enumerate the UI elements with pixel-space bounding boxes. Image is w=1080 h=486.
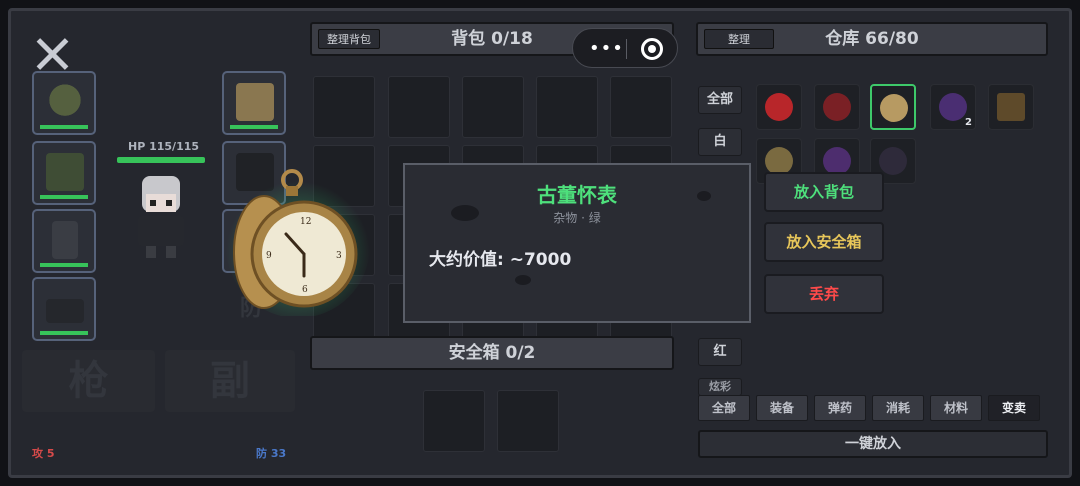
backpack-slot[interactable]: [313, 76, 375, 138]
stack-count: 2: [965, 117, 972, 128]
put-in-safe-button[interactable]: 放入安全箱: [764, 222, 884, 262]
backpack-slot[interactable]: [462, 76, 524, 138]
durability-bar: [40, 195, 88, 199]
durability-bar: [40, 263, 88, 267]
boots-icon: [46, 299, 84, 323]
warehouse-item[interactable]: [814, 84, 860, 130]
vest-icon: [46, 153, 84, 191]
pocket-watch-icon: [880, 94, 908, 122]
item-name: 古董怀表: [537, 183, 617, 207]
durability-bar: [230, 125, 278, 129]
svg-text:12: 12: [300, 217, 311, 227]
category-filter-equipment[interactable]: 装备: [756, 395, 808, 421]
safe-box-slot[interactable]: [497, 390, 559, 452]
safe-box-header: 安全箱 0/2: [310, 336, 674, 370]
more-icon[interactable]: •••: [589, 38, 624, 59]
quality-filter-white[interactable]: 白: [698, 128, 742, 156]
backpack-slot[interactable]: [610, 76, 672, 138]
warehouse-header: 仓库 66/80 整理: [696, 22, 1048, 56]
svg-text:9: 9: [266, 251, 272, 261]
durability-bar: [40, 125, 88, 129]
secondary-weapon-slot[interactable]: 副: [165, 350, 295, 412]
chest-rig-icon: [236, 83, 274, 121]
helmet-slot[interactable]: [32, 71, 96, 135]
pants-slot[interactable]: [32, 209, 96, 273]
chest-rig-slot[interactable]: [222, 71, 286, 135]
decor-spot: [515, 275, 531, 285]
pocket-watch-image: 12 3 6 9: [226, 169, 370, 316]
warehouse-item[interactable]: [756, 84, 802, 130]
quality-filter-all[interactable]: 全部: [698, 86, 742, 114]
divider: [626, 39, 627, 59]
item-icon: [997, 93, 1025, 121]
warehouse-item[interactable]: [988, 84, 1034, 130]
category-filter-consumable[interactable]: 消耗: [872, 395, 924, 421]
item-category: 杂物 · 绿: [553, 211, 601, 225]
put-all-button[interactable]: 一键放入: [698, 430, 1048, 458]
put-in-backpack-button[interactable]: 放入背包: [764, 172, 884, 212]
item-icon: [939, 93, 967, 121]
safe-box-title: 安全箱 0/2: [448, 343, 536, 363]
armor-slot[interactable]: [32, 141, 96, 205]
attack-stat: 攻 5: [32, 447, 55, 460]
sort-warehouse-button[interactable]: 整理: [704, 29, 774, 49]
item-icon: [823, 147, 851, 175]
category-filter-ammo[interactable]: 弹药: [814, 395, 866, 421]
item-tooltip: 古董怀表 杂物 · 绿 大约价值: ~7000: [403, 163, 751, 323]
category-filter-all[interactable]: 全部: [698, 395, 750, 421]
exit-icon[interactable]: [641, 38, 663, 60]
item-icon: [765, 147, 793, 175]
boots-slot[interactable]: [32, 277, 96, 341]
helmet-icon: [46, 83, 84, 121]
item-icon: [879, 147, 907, 175]
item-icon: [823, 93, 851, 121]
primary-weapon-slot[interactable]: 枪: [22, 350, 155, 412]
hp-label: HP 115/115: [128, 140, 200, 153]
item-icon: [765, 93, 793, 121]
warehouse-item[interactable]: 2: [930, 84, 976, 130]
pocket-watch-item[interactable]: [870, 84, 916, 130]
defense-stat: 防 33: [256, 447, 287, 460]
backpack-slot[interactable]: [536, 76, 598, 138]
mini-program-capsule: •••: [572, 28, 678, 68]
category-filter-material[interactable]: 材料: [930, 395, 982, 421]
svg-text:3: 3: [336, 251, 342, 261]
character-avatar: [138, 176, 184, 258]
backpack-slot[interactable]: [388, 76, 450, 138]
hp-bar: [117, 157, 205, 163]
safe-box-slot[interactable]: [423, 390, 485, 452]
category-filter-sell[interactable]: 变卖: [988, 395, 1040, 421]
close-icon[interactable]: [30, 32, 74, 76]
put-all-label: 一键放入: [845, 436, 901, 452]
discard-button[interactable]: 丢弃: [764, 274, 884, 314]
quality-filter-rainbow[interactable]: 炫彩: [698, 378, 742, 396]
pants-icon: [52, 221, 78, 259]
quality-filter-red[interactable]: 红: [698, 338, 742, 366]
item-value: 大约价值: ~7000: [429, 250, 572, 270]
sort-backpack-button[interactable]: 整理背包: [318, 29, 380, 49]
svg-text:6: 6: [302, 285, 308, 295]
durability-bar: [40, 331, 88, 335]
